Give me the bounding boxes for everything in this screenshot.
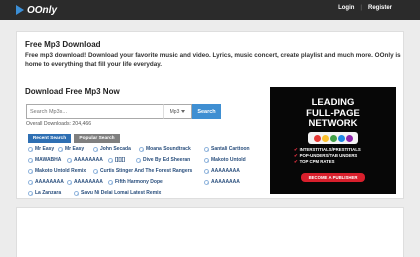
check-icon: ✔	[294, 147, 298, 152]
chevron-down-icon	[181, 110, 186, 113]
search-icon	[28, 146, 33, 152]
ad-feature-label: POP-UNDERS/TAB UNDERS	[299, 153, 358, 158]
search-icon	[93, 146, 98, 152]
recent-search-item[interactable]: Mr Easy	[58, 145, 84, 153]
login-link[interactable]: Login	[338, 5, 354, 11]
search-icon	[93, 168, 98, 174]
search-type-select[interactable]: Mp3	[163, 104, 192, 119]
recent-search-item[interactable]: Makoto Untold	[204, 156, 246, 164]
recent-search-item[interactable]: Fifth Harmony Dope	[108, 178, 163, 186]
recent-search-item[interactable]: [][][]	[108, 156, 125, 164]
recent-search-item[interactable]: Savu Ni Delai Lomai Latest Remix	[74, 189, 161, 197]
search-icon	[28, 190, 33, 196]
ad-feature-label: TOP CPM RATES	[299, 159, 335, 164]
search-icon	[74, 190, 79, 196]
recent-search-label: Moana Soundtrack	[146, 146, 191, 152]
logo-dot	[345, 134, 353, 142]
page-title: Free Mp3 Download	[25, 40, 101, 49]
recent-search-label: La Zanzara	[35, 190, 62, 196]
recent-search-label: AAAAAAAA	[35, 179, 64, 185]
recent-search-item[interactable]: John Secada	[93, 145, 131, 153]
recent-search-item[interactable]: AAAAAAAA	[67, 156, 103, 164]
recent-search-item[interactable]: La Zanzara	[28, 189, 61, 197]
overall-downloads: Overall Downloads: 204,466	[26, 121, 92, 127]
ad-feature-list: ✔ INTERSTITIALS/PRESTITIALS ✔ POP-UNDERS/T…	[294, 147, 384, 165]
recent-search-item[interactable]: AAAAAAAA	[67, 178, 103, 186]
tab-popular-search[interactable]: Popular Search	[74, 134, 120, 143]
recent-search-label: John Secada	[100, 146, 131, 152]
main-card: Free Mp3 Download Free mp3 download! Dow…	[16, 31, 404, 199]
lower-panel	[16, 207, 404, 257]
recent-search-label: MAWABHA	[35, 157, 62, 163]
register-link[interactable]: Register	[368, 5, 392, 11]
search-icon	[28, 179, 33, 185]
ad-feature: ✔ TOP CPM RATES	[294, 159, 384, 165]
recent-search-label: AAAAAAAA	[211, 168, 240, 174]
search-icon	[108, 179, 113, 185]
search-icon	[67, 157, 72, 163]
search-icon	[28, 168, 33, 174]
recent-search-label: Curtis Stinger And The Forest Rangers	[100, 168, 193, 174]
search-icon	[204, 179, 209, 185]
recent-search-item[interactable]: AAAAAAAA	[28, 178, 64, 186]
ad-feature-label: INTERSTITIALS/PRESTITIALS	[299, 147, 361, 152]
ad-banner[interactable]: LEADING FULL-PAGE NETWORK ✔ INTERSTITIALS…	[270, 87, 396, 194]
recent-search-label: Mr Easy	[65, 146, 85, 152]
search-bar: Mp3 Search	[26, 104, 221, 119]
ad-network-logo	[308, 132, 358, 144]
search-icon	[204, 157, 209, 163]
search-icon	[139, 146, 144, 152]
recent-search-item[interactable]: AAAAAAAA	[204, 178, 240, 186]
user-nav: Login | Register	[338, 5, 392, 11]
nav-separator: |	[360, 5, 362, 11]
recent-search-item[interactable]: Curtis Stinger And The Forest Rangers	[93, 167, 192, 175]
search-icon	[28, 157, 33, 163]
logo-dot	[329, 134, 337, 142]
site-logo[interactable]: OOnly	[16, 3, 57, 17]
recent-search-item[interactable]: MAWABHA	[28, 156, 61, 164]
search-type-value: Mp3	[169, 108, 180, 115]
recent-search-label: Savu Ni Delai Lomai Latest Remix	[81, 190, 162, 196]
recent-search-label: [][][]	[115, 157, 125, 163]
page-description: Free mp3 download! Download your favorit…	[25, 52, 401, 68]
recent-search-item[interactable]: Makoto Untold Remix	[28, 167, 86, 175]
recent-search-label: Makoto Untold Remix	[35, 168, 87, 174]
recent-search-label: AAAAAAAA	[74, 157, 103, 163]
recent-search-item[interactable]: Dive By Ed Sheeran	[136, 156, 190, 164]
logo-dot	[321, 134, 329, 142]
recent-search-label: Fifth Harmony Dope	[115, 179, 163, 185]
recent-search-label: Mr Easy	[35, 146, 55, 152]
logo-dot	[313, 134, 321, 142]
search-icon	[204, 168, 209, 174]
search-icon	[108, 157, 113, 163]
recent-search-label: AAAAAAAA	[74, 179, 103, 185]
check-icon: ✔	[294, 159, 298, 164]
recent-search-label: Dive By Ed Sheeran	[143, 157, 191, 163]
ad-headline-line: NETWORK	[308, 118, 358, 129]
ad-headline: LEADING FULL-PAGE NETWORK	[270, 97, 396, 130]
recent-search-label: AAAAAAAA	[211, 179, 240, 185]
logo-text: OOnly	[27, 4, 58, 16]
check-icon: ✔	[294, 153, 298, 158]
recent-search-label: Santali Carttoon	[211, 146, 250, 152]
search-icon	[58, 146, 63, 152]
download-heading: Download Free Mp3 Now	[25, 87, 120, 96]
ad-headline-line: LEADING	[311, 97, 355, 108]
search-icon	[136, 157, 141, 163]
recent-search-item[interactable]: AAAAAAAA	[204, 167, 240, 175]
recent-search-label: Makoto Untold	[211, 157, 246, 163]
become-publisher-button[interactable]: BECOME A PUBLISHER	[301, 173, 365, 182]
recent-search-item[interactable]: Moana Soundtrack	[139, 145, 191, 153]
recent-search-item[interactable]: Mr Easy	[28, 145, 54, 153]
search-input[interactable]	[26, 104, 163, 119]
logo-dot	[337, 134, 345, 142]
search-icon	[67, 179, 72, 185]
play-triangle-icon	[16, 5, 24, 15]
recent-search-item[interactable]: Santali Carttoon	[204, 145, 250, 153]
top-navbar: OOnly Login | Register	[0, 0, 420, 20]
search-button[interactable]: Search	[192, 104, 221, 119]
search-icon	[204, 146, 209, 152]
tab-recent-search[interactable]: Recent Search	[28, 134, 71, 143]
